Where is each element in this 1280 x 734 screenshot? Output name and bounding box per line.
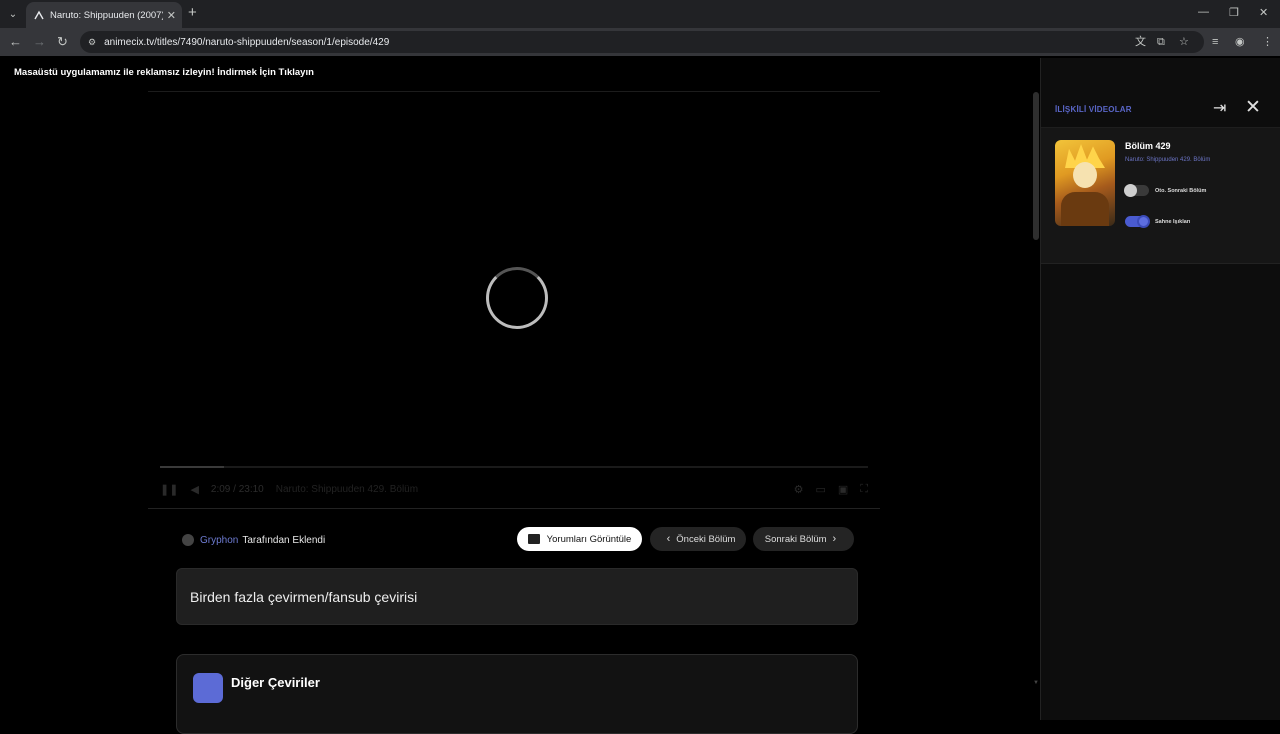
autonext-toggle-knob <box>1124 184 1137 197</box>
back-icon[interactable]: ← <box>9 34 22 50</box>
progress-buffer <box>160 466 224 468</box>
browser-titlebar: ⌄ Naruto: Shippuuden (2007) 1. S ✕ + — ❐… <box>0 0 1280 28</box>
translation-info-title: Birden fazla çevirmen/fansub çevirisi <box>190 589 418 605</box>
uploader-avatar <box>182 534 194 546</box>
view-comments-button[interactable]: Yorumları Görüntüle <box>517 527 642 551</box>
address-bar[interactable]: ⚙ animecix.tv/titles/7490/naruto-shippuu… <box>80 31 1204 53</box>
fullscreen-icon[interactable]: ⛶ <box>860 483 868 496</box>
minimize-icon[interactable]: — <box>1198 6 1209 18</box>
close-panel-icon[interactable]: ✕ <box>1245 96 1261 118</box>
star-icon[interactable]: ☆ <box>1179 35 1189 49</box>
scroll-down-icon[interactable]: ▼ <box>1033 680 1039 686</box>
tab-search-icon[interactable]: ⌄ <box>4 5 22 23</box>
thumbnail-cloak <box>1061 192 1109 226</box>
video-player[interactable]: ❚❚ ◀ 2:09 / 23:10 Naruto: Shippuuden 429… <box>148 91 880 509</box>
tab-close-icon[interactable]: ✕ <box>167 9 176 22</box>
reload-icon[interactable]: ↻ <box>57 34 68 50</box>
forward-icon[interactable]: → <box>33 34 46 50</box>
time-display: 2:09 / 23:10 <box>210 483 264 495</box>
profile-icon[interactable]: ◉ <box>1235 35 1245 49</box>
install-icon[interactable]: ⧉ <box>1157 35 1165 49</box>
volume-icon[interactable]: ◀ <box>190 483 198 496</box>
next-episode-label: Sonraki Bölüm <box>764 533 827 545</box>
new-tab-button[interactable]: + <box>188 5 197 21</box>
translations-icon <box>193 673 223 703</box>
url-text: animecix.tv/titles/7490/naruto-shippuude… <box>104 36 390 48</box>
related-video-item[interactable]: Bölüm 429 Naruto: Shippuuden 429. Bölüm … <box>1041 128 1280 264</box>
autonext-label: Oto. Sonraki Bölüm <box>1155 188 1207 194</box>
translation-info-card: Birden fazla çevirmen/fansub çevirisi <box>176 568 858 625</box>
panel-header: İLİŞKİLİ VİDEOLAR ⇥ ✕ <box>1041 94 1280 128</box>
other-translations-card: Diğer Çeviriler <box>176 654 858 734</box>
pause-icon[interactable]: ❚❚ <box>160 483 178 496</box>
site-info-icon[interactable]: ⚙ <box>88 37 96 48</box>
restore-icon[interactable]: ❐ <box>1229 6 1239 19</box>
menu-icon[interactable]: ⋮ <box>1262 35 1273 49</box>
prev-episode-button[interactable]: ‹ Önceki Bölüm <box>650 527 746 551</box>
chevron-right-icon: › <box>832 533 837 545</box>
translate-icon[interactable]: 文 <box>1135 35 1146 49</box>
browser-toolbar: ← → ↻ ⚙ animecix.tv/titles/7490/naruto-s… <box>0 28 1280 56</box>
reading-list-icon[interactable]: ≡ <box>1212 35 1218 49</box>
player-episode-title: Naruto: Shippuuden 429. Bölüm <box>275 483 419 495</box>
promo-banner[interactable]: Masaüstü uygulamamız ile reklamsız izley… <box>14 67 314 78</box>
comment-icon <box>527 534 540 544</box>
panel-title: İLİŞKİLİ VİDEOLAR <box>1055 105 1132 114</box>
chevron-left-icon: ‹ <box>666 533 671 545</box>
related-videos-panel: İLİŞKİLİ VİDEOLAR ⇥ ✕ Bölüm 429 Naruto: … <box>1040 58 1280 720</box>
next-episode-button[interactable]: Sonraki Bölüm › <box>753 527 854 551</box>
uploader-info: Gryphon Tarafından Eklendi <box>182 534 325 546</box>
cast-icon[interactable]: ▭ <box>815 483 825 496</box>
scene-lights-label: Sahne Işıkları <box>1155 219 1191 225</box>
site-favicon-icon <box>34 10 44 20</box>
episode-subtitle: Naruto: Shippuuden 429. Bölüm <box>1125 157 1211 163</box>
thumbnail-face <box>1073 162 1097 188</box>
uploader-name[interactable]: Gryphon <box>200 535 238 546</box>
tab-title: Naruto: Shippuuden (2007) 1. S <box>50 9 163 21</box>
collapse-panel-icon[interactable]: ⇥ <box>1213 98 1226 117</box>
episode-name: Bölüm 429 <box>1125 141 1171 151</box>
other-translations-title: Diğer Çeviriler <box>231 675 320 690</box>
loading-spinner-icon <box>486 267 548 329</box>
page-scrollbar[interactable] <box>1033 92 1039 240</box>
tab-active[interactable]: Naruto: Shippuuden (2007) 1. S ✕ <box>26 2 182 28</box>
uploader-suffix: Tarafından Eklendi <box>242 534 326 546</box>
player-controls: ❚❚ ◀ 2:09 / 23:10 Naruto: Shippuuden 429… <box>160 481 868 497</box>
close-icon[interactable]: ✕ <box>1259 6 1268 19</box>
pip-icon[interactable]: ▣ <box>838 483 848 496</box>
episode-thumbnail[interactable] <box>1055 140 1115 226</box>
progress-bar[interactable] <box>160 466 868 468</box>
settings-icon[interactable]: ⚙ <box>794 483 804 496</box>
prev-episode-label: Önceki Bölüm <box>676 533 736 545</box>
scene-lights-toggle-knob <box>1137 215 1150 228</box>
view-comments-label: Yorumları Görüntüle <box>546 533 632 545</box>
scene-lights-toggle[interactable] <box>1125 215 1150 228</box>
autonext-toggle[interactable] <box>1124 184 1149 197</box>
